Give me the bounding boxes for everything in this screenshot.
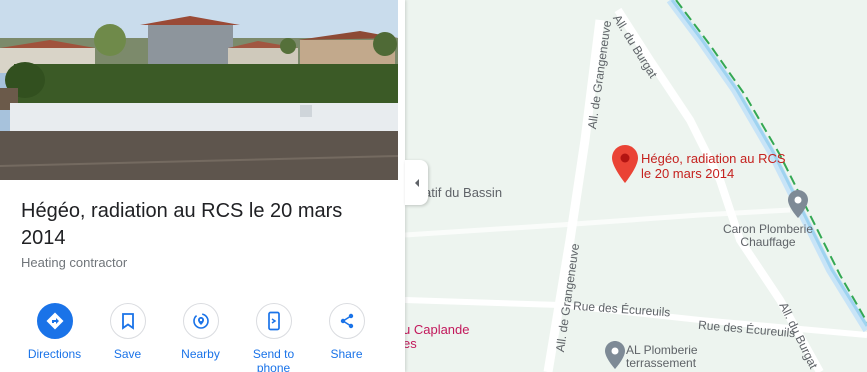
poi-pin-icon	[788, 190, 808, 218]
poi-al-label[interactable]: AL Plomberie terrassement	[626, 344, 716, 370]
directions-icon	[46, 312, 63, 330]
map-pin-selected[interactable]	[612, 145, 638, 188]
poi-caron-label[interactable]: Caron Plomberie Chauffage	[712, 223, 824, 249]
directions-label: Directions	[27, 347, 82, 361]
chevron-left-icon	[414, 178, 419, 187]
map-pin-label[interactable]: Hégéo, radiation au RCS le 20 mars 2014	[641, 151, 791, 181]
phone-icon	[267, 311, 280, 331]
red-pin-icon	[612, 145, 638, 183]
action-bar: Directions Save Nearby Send to phone Sha…	[18, 303, 383, 372]
bookmark-icon	[121, 313, 134, 330]
collapse-panel-button[interactable]	[405, 160, 428, 205]
send-to-phone-label: Send to phone	[252, 347, 295, 372]
nearby-icon	[192, 313, 209, 329]
place-title: Hégéo, radiation au RCS le 20 mars 2014	[21, 200, 343, 249]
maps-window: All. de Grangeneuve All. de Grangeneuve …	[0, 0, 867, 372]
save-button[interactable]: Save	[91, 303, 164, 372]
nearby-label: Nearby	[181, 347, 220, 361]
place-panel: Hégéo, radiation au RCS le 20 mars 2014 …	[0, 0, 405, 372]
save-label: Save	[113, 347, 142, 361]
send-to-phone-button[interactable]: Send to phone	[237, 303, 310, 372]
poi-pin-icon	[605, 341, 625, 369]
poi-caron[interactable]	[788, 190, 808, 223]
share-label: Share	[330, 347, 363, 361]
place-label-caplande[interactable]: u Caplande	[403, 322, 470, 337]
poi-al-plomberie[interactable]	[605, 341, 625, 372]
nearby-button[interactable]: Nearby	[164, 303, 237, 372]
place-label-caplande-2[interactable]: es	[403, 336, 417, 351]
street-view-photo	[0, 0, 398, 180]
directions-button[interactable]: Directions	[18, 303, 91, 372]
share-icon	[340, 313, 353, 329]
place-label-bassin[interactable]: atif du Bassin	[424, 185, 502, 200]
place-category[interactable]: Heating contractor	[21, 255, 127, 270]
share-button[interactable]: Share	[310, 303, 383, 372]
place-photo[interactable]	[0, 0, 398, 180]
